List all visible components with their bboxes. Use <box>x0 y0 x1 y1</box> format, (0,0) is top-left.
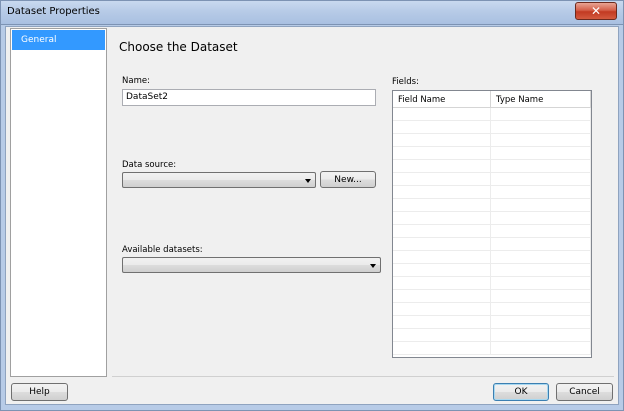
fields-grid[interactable]: Field Name Type Name <box>392 90 592 358</box>
close-icon: ✕ <box>590 4 602 18</box>
fields-grid-rows <box>393 108 591 356</box>
table-cell <box>393 173 491 185</box>
page-navigation-pane: General <box>10 28 107 377</box>
table-row <box>393 264 591 277</box>
table-cell <box>393 342 491 354</box>
title-bar: Dataset Properties ✕ <box>0 0 624 24</box>
table-row <box>393 342 591 355</box>
data-source-dropdown[interactable] <box>122 172 316 188</box>
table-cell <box>491 199 591 211</box>
cancel-button[interactable]: Cancel <box>556 383 613 401</box>
name-input[interactable]: DataSet2 <box>122 89 376 106</box>
table-row <box>393 303 591 316</box>
table-row <box>393 134 591 147</box>
table-cell <box>393 329 491 341</box>
table-cell <box>393 186 491 198</box>
available-datasets-dropdown[interactable] <box>122 257 381 273</box>
table-row <box>393 316 591 329</box>
page-heading: Choose the Dataset <box>119 40 238 54</box>
table-cell <box>491 186 591 198</box>
close-button[interactable]: ✕ <box>575 2 617 20</box>
table-row <box>393 108 591 121</box>
table-cell <box>393 147 491 159</box>
nav-item-general[interactable]: General <box>12 30 105 50</box>
table-row <box>393 173 591 186</box>
table-row <box>393 199 591 212</box>
table-cell <box>491 329 591 341</box>
table-cell <box>393 108 491 120</box>
table-row <box>393 290 591 303</box>
ok-button[interactable]: OK <box>493 383 549 401</box>
new-data-source-button[interactable]: New... <box>320 171 376 188</box>
table-cell <box>393 290 491 302</box>
table-row <box>393 238 591 251</box>
table-cell <box>393 238 491 250</box>
table-cell <box>491 251 591 263</box>
table-cell <box>491 264 591 276</box>
table-cell <box>491 212 591 224</box>
table-cell <box>491 121 591 133</box>
table-cell <box>491 290 591 302</box>
table-cell <box>491 225 591 237</box>
help-button[interactable]: Help <box>11 383 68 401</box>
table-cell <box>491 238 591 250</box>
name-label: Name: <box>122 76 150 86</box>
table-cell <box>491 147 591 159</box>
table-cell <box>491 316 591 328</box>
column-header-field-name[interactable]: Field Name <box>393 91 491 108</box>
footer-divider <box>112 376 614 377</box>
table-cell <box>393 134 491 146</box>
fields-grid-header: Field Name Type Name <box>393 91 591 108</box>
chevron-down-icon <box>305 179 311 183</box>
available-datasets-label: Available datasets: <box>122 245 203 255</box>
table-cell <box>491 303 591 315</box>
table-row <box>393 186 591 199</box>
table-cell <box>393 121 491 133</box>
table-cell <box>393 199 491 211</box>
table-row <box>393 212 591 225</box>
column-header-type-name[interactable]: Type Name <box>491 91 591 108</box>
table-row <box>393 329 591 342</box>
table-row <box>393 251 591 264</box>
table-cell <box>393 303 491 315</box>
table-row <box>393 147 591 160</box>
data-source-label: Data source: <box>122 160 177 170</box>
table-row <box>393 160 591 173</box>
table-row <box>393 277 591 290</box>
table-cell <box>393 251 491 263</box>
table-cell <box>393 225 491 237</box>
table-row <box>393 121 591 134</box>
fields-label: Fields: <box>392 77 419 87</box>
chevron-down-icon <box>370 264 376 268</box>
window-title: Dataset Properties <box>7 6 100 17</box>
table-cell <box>491 134 591 146</box>
table-cell <box>491 342 591 354</box>
table-cell <box>491 173 591 185</box>
table-cell <box>491 108 591 120</box>
table-cell <box>491 277 591 289</box>
table-cell <box>393 264 491 276</box>
table-cell <box>393 160 491 172</box>
table-cell <box>393 277 491 289</box>
table-cell <box>491 160 591 172</box>
table-cell <box>393 212 491 224</box>
table-cell <box>393 316 491 328</box>
table-row <box>393 225 591 238</box>
